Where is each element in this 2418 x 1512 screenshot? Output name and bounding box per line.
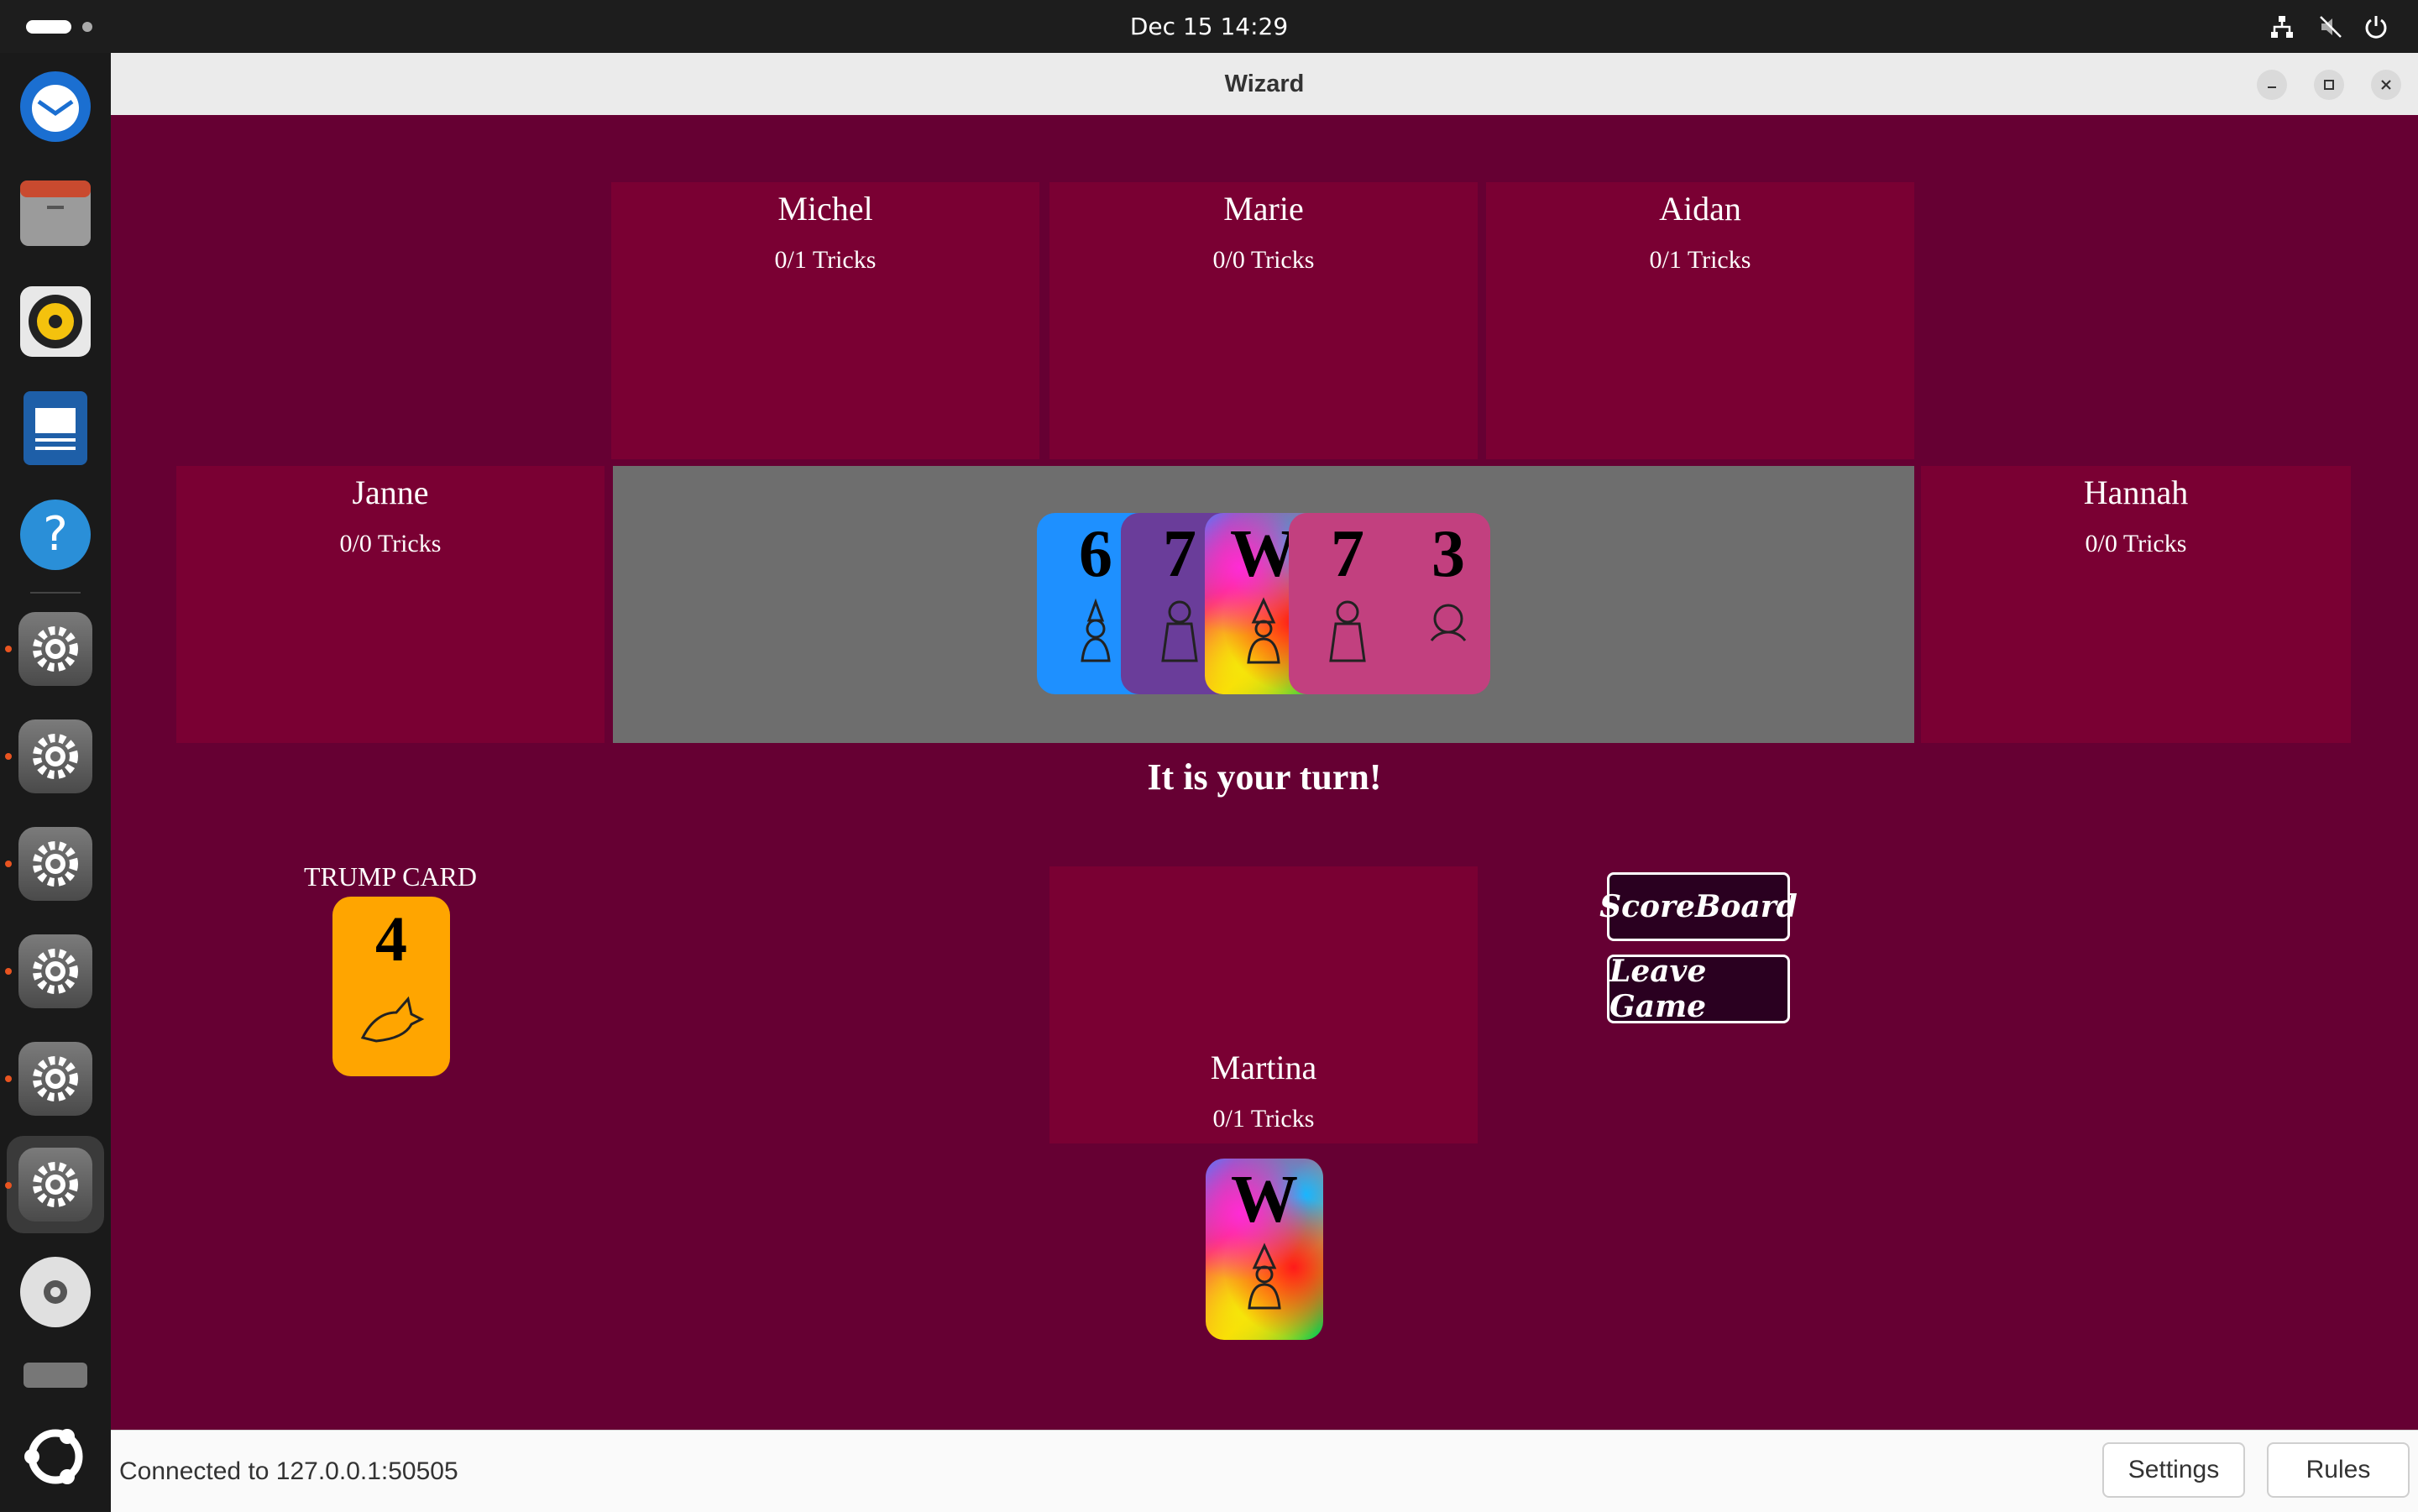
status-bar: Connected to 127.0.0.1:50505 Settings Ru… [111,1430,2418,1512]
thunderbird-icon[interactable] [12,61,99,149]
card-value: 7 [1331,517,1364,591]
volume-muted-icon[interactable] [2316,12,2346,42]
trump-label: TRUMP CARD [304,861,477,892]
turn-message: It is your turn! [1147,756,1382,798]
trick-table: 6 7 W 7 3 [613,466,1914,743]
running-indicator [5,1182,12,1189]
running-indicator [5,968,12,975]
settings-icon[interactable] [12,605,99,693]
settings-icon[interactable] [12,928,99,1015]
drive-icon[interactable] [12,1354,99,1391]
power-icon[interactable] [2361,12,2391,42]
player-name: Marie [1223,190,1304,228]
player-panel-hannah: Hannah 0/0 Tricks [1921,466,2351,743]
settings-icon[interactable] [12,820,99,908]
player-panel-martina: Martina 0/1 Tricks [1049,866,1478,1143]
clock[interactable]: Dec 15 14:29 [0,0,2418,53]
giant-icon [1289,597,1406,668]
top-bar: Dec 15 14:29 [0,0,2418,53]
help-icon[interactable]: ? [12,491,99,578]
player-tricks: 0/0 Tricks [2085,530,2187,557]
dragon-icon [332,987,450,1050]
player-name: Michel [777,190,873,228]
leave-game-button[interactable]: Leave Game [1607,954,1790,1024]
card-value: 3 [1431,517,1465,591]
wizard-icon [1206,1243,1323,1314]
card-value: 4 [375,904,407,975]
settings-icon[interactable] [12,713,99,800]
ubuntu-logo-icon[interactable] [12,1413,99,1500]
player-tricks: 0/1 Tricks [774,246,877,274]
player-tricks: 0/0 Tricks [339,530,442,557]
hand-card[interactable]: W [1206,1159,1323,1340]
player-name: Hannah [2083,473,2189,511]
writer-icon[interactable] [12,385,99,472]
maximize-button[interactable] [2314,70,2344,100]
player-panel-marie: Marie 0/0 Tricks [1049,182,1478,459]
player-panel-aidan: Aidan 0/1 Tricks [1486,182,1914,459]
close-button[interactable] [2371,70,2401,100]
rhythmbox-icon[interactable] [12,278,99,365]
player-panel-janne: Janne 0/0 Tricks [176,466,604,743]
player-tricks: 0/1 Tricks [1212,1105,1315,1133]
scoreboard-button[interactable]: ScoreBoard [1599,872,1798,941]
player-name: Martina [1210,1049,1317,1086]
player-panel-michel: Michel 0/1 Tricks [611,182,1039,459]
network-icon[interactable] [2267,12,2297,42]
player-name: Janne [352,473,429,511]
running-indicator [5,1075,12,1082]
dock: ? [0,53,111,1511]
table-card-5: 3 [1406,513,1490,694]
player-name: Aidan [1659,190,1741,228]
running-indicator [5,646,12,652]
window-titlebar[interactable]: Wizard [111,53,2418,116]
files-icon[interactable] [12,170,99,258]
player-tricks: 0/1 Tricks [1649,246,1751,274]
settings-icon[interactable] [7,1136,104,1233]
window-title: Wizard [1224,71,1305,97]
connection-status: Connected to 127.0.0.1:50505 [119,1457,458,1485]
rules-button[interactable]: Rules [2267,1442,2410,1498]
disc-icon[interactable] [12,1248,99,1336]
dock-separator [30,592,81,594]
card-value: W [1231,1163,1298,1237]
settings-icon[interactable] [12,1035,99,1122]
player-tricks: 0/0 Tricks [1212,246,1315,274]
svg-text:?: ? [43,507,68,562]
dwarf-icon [1406,597,1490,651]
running-indicator [5,753,12,760]
minimize-button[interactable] [2257,70,2287,100]
running-indicator [5,861,12,867]
trump-card: 4 [332,897,450,1076]
settings-button[interactable]: Settings [2102,1442,2245,1498]
